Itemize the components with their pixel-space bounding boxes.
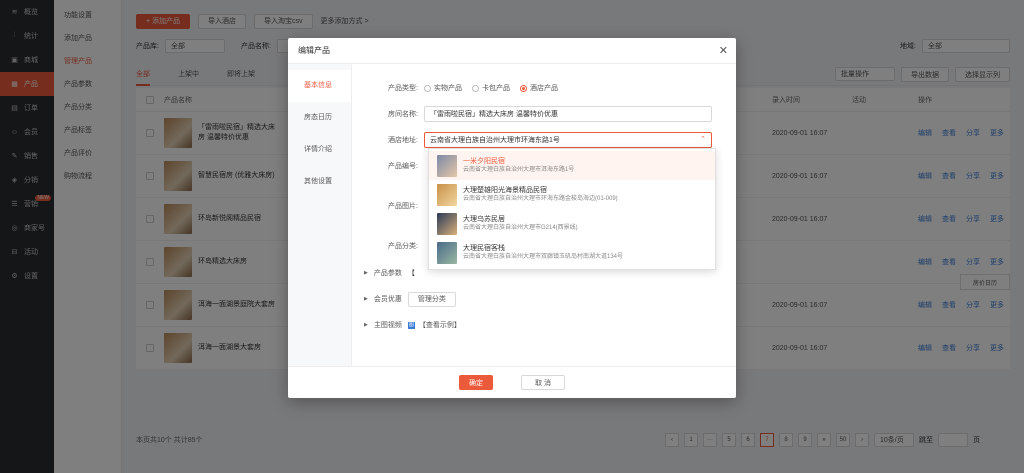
modal-side-menu: 基本信息 房态日历 详情介绍 其他设置 (288, 64, 352, 366)
triangle-right-icon: ▶ (364, 270, 368, 276)
room-name-label: 房间名称: (388, 111, 418, 118)
modal-side-item-2[interactable]: 详情介绍 (288, 134, 351, 166)
radio-label: 实物产品 (434, 85, 462, 92)
hotel-address-row: 酒店地址: 云南省大理白族自治州大理市环海东路1号 ⌃ (372, 130, 716, 150)
product-type-row: 产品类型: 实物产品 卡包产品 酒店产品 (372, 78, 716, 98)
hotel-address-value: 云南省大理白族自治州大理市环海东路1号 (430, 137, 560, 144)
modal-title: 编辑产品 (298, 46, 330, 55)
product-type-radio-0[interactable]: 实物产品 (424, 83, 462, 93)
member-section[interactable]: ▶ 会员优惠 管理分类 (364, 290, 716, 308)
modal-header: 编辑产品 ✕ (288, 38, 736, 64)
modal-side-item-3[interactable]: 其他设置 (288, 166, 351, 198)
modal-side-item-1[interactable]: 房态日历 (288, 102, 351, 134)
radio-dot (472, 84, 479, 92)
room-name-input[interactable]: 「雷雨啦民宿」精选大床房 温馨特价优惠 (424, 106, 712, 122)
hotel-thumbnail (437, 154, 457, 177)
hotel-thumbnail (437, 212, 457, 235)
radio-dot (520, 84, 527, 92)
product-type-label: 产品类型: (388, 85, 418, 92)
modal-side-item-0[interactable]: 基本信息 (288, 70, 351, 102)
product-image-label: 产品图片: (388, 203, 418, 210)
product-code-label: 产品编号: (388, 163, 418, 170)
hotel-option[interactable]: 大理民宿客栈 云南省大理白族自治州大理市双廊镇玉矶岛村南湖大道134号 (429, 238, 715, 267)
close-icon[interactable]: ✕ (719, 44, 728, 57)
hotel-thumbnail (437, 183, 457, 206)
hotel-option[interactable]: 大理楚雄阳光海景精品民宿 云南省大理白族自治州大理市环海东路金梭岛海边(01-00… (429, 180, 715, 209)
edit-product-modal: 编辑产品 ✕ 基本信息 房态日历 详情介绍 其他设置 产品类型: 实物产品 卡包产品 酒店… (288, 38, 736, 398)
chevron-up-icon: ⌃ (700, 136, 706, 143)
view-example-link[interactable]: 【查看示例】 (419, 320, 461, 330)
room-name-row: 房间名称: 「雷雨啦民宿」精选大床房 温馨特价优惠 (372, 104, 716, 124)
hotel-address: 云南省大理白族自治州大理市G214(西景线) (463, 224, 578, 231)
triangle-right-icon: ▶ (364, 322, 368, 328)
triangle-right-icon: ▶ (364, 296, 368, 302)
hotel-option-text: 大理楚雄阳光海景精品民宿 云南省大理白族自治州大理市环海东路金梭岛海边(01-00… (463, 186, 618, 204)
hotel-name: 大理楚雄阳光海景精品民宿 (463, 186, 547, 194)
params-label: 产品参数 (373, 270, 402, 277)
radio-dot (424, 84, 431, 92)
hotel-thumbnail (437, 241, 457, 264)
hotel-name: 大理乌苏民居 (463, 215, 505, 223)
confirm-button[interactable]: 确定 (459, 375, 493, 390)
hotel-option-text: 一米夕阳民宿 云南省大理白族自治州大理市洱海东路1号 (463, 157, 574, 175)
hotel-address: 云南省大理白族自治州大理市洱海东路1号 (463, 166, 575, 173)
hotel-address-label: 酒店地址: (388, 137, 418, 144)
gallery-section[interactable]: ▶ 主图视频 图 【查看示例】 (364, 316, 716, 334)
product-type-radio-1[interactable]: 卡包产品 (472, 83, 510, 93)
modal-footer: 确定 取 消 (288, 366, 736, 398)
hotel-name: 一米夕阳民宿 (463, 157, 505, 165)
radio-label: 酒店产品 (530, 85, 558, 92)
hotel-dropdown: 一米夕阳民宿 云南省大理白族自治州大理市洱海东路1号 大理楚雄阳光海景精品民宿 云南省… (428, 148, 716, 270)
hotel-name: 大理民宿客栈 (463, 244, 505, 252)
hotel-option-text: 大理民宿客栈 云南省大理白族自治州大理市双廊镇玉矶岛村南湖大道134号 (463, 244, 623, 262)
hotel-address: 云南省大理白族自治州大理市环海东路金梭岛海边(01-009) (463, 195, 618, 202)
member-label: 会员优惠 (373, 296, 402, 303)
cancel-button[interactable]: 取 消 (521, 375, 565, 390)
hotel-option-text: 大理乌苏民居 云南省大理白族自治州大理市G214(西景线) (463, 215, 578, 233)
params-hint: 【 (407, 270, 415, 277)
hotel-address-select[interactable]: 云南省大理白族自治州大理市环海东路1号 ⌃ (424, 132, 712, 148)
hotel-option[interactable]: 一米夕阳民宿 云南省大理白族自治州大理市洱海东路1号 (429, 151, 715, 180)
hotel-address: 云南省大理白族自治州大理市双廊镇玉矶岛村南湖大道134号 (463, 253, 624, 260)
hotel-option[interactable]: 大理乌苏民居 云南省大理白族自治州大理市G214(西景线) (429, 209, 715, 238)
radio-label: 卡包产品 (482, 85, 510, 92)
manage-category-button[interactable]: 管理分类 (407, 291, 456, 307)
gallery-label: 主图视频 (373, 322, 402, 329)
image-tag-icon: 图 (407, 321, 415, 329)
product-type-radio-2[interactable]: 酒店产品 (520, 83, 558, 93)
product-category-label: 产品分类: (388, 243, 418, 250)
